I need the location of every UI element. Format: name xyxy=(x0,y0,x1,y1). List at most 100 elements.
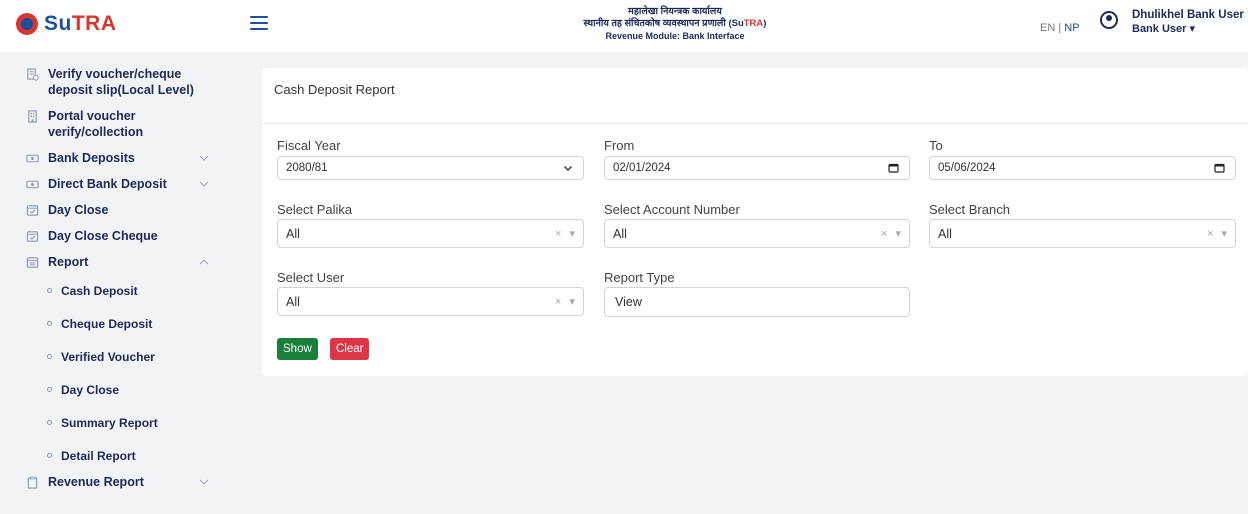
to-date-input[interactable]: 05/06/2024 xyxy=(929,156,1236,180)
sidebar-subitem-label: Day Close xyxy=(61,382,120,397)
clear-x-icon[interactable]: × xyxy=(555,296,561,308)
cash-icon xyxy=(26,180,39,189)
user-select[interactable]: All × ▾ xyxy=(277,287,584,316)
voucher-verify-icon xyxy=(27,68,39,81)
user-name: Dhulikhel Bank User xyxy=(1132,9,1244,21)
calendar-check-icon xyxy=(26,205,39,216)
sidebar-item-label: Portal voucher verify/collection xyxy=(48,109,144,139)
account-number-value: All xyxy=(613,226,627,241)
sidebar-subitem-label: Verified Voucher xyxy=(61,349,155,364)
fiscal-year-value: 2080/81 xyxy=(286,162,328,174)
sidebar-item-verify-voucher[interactable]: Verify voucher/cheque deposit slip(Local… xyxy=(0,66,236,98)
calendar-icon[interactable] xyxy=(1214,163,1225,173)
chevron-up-icon xyxy=(199,259,209,265)
lang-separator: | xyxy=(1058,22,1062,34)
branch-value: All xyxy=(938,226,952,241)
show-button[interactable]: Show xyxy=(277,338,318,360)
clear-x-icon[interactable]: × xyxy=(1207,228,1213,240)
from-date-label: From xyxy=(604,138,635,153)
user-value: All xyxy=(286,294,300,309)
user-circle-icon xyxy=(1100,11,1118,29)
chevron-down-icon xyxy=(199,155,209,161)
sidebar-item-bank-deposits[interactable]: Bank Deposits xyxy=(0,150,236,166)
branch-select[interactable]: All × ▾ xyxy=(929,219,1236,248)
fiscal-year-select[interactable]: 2080/81 xyxy=(277,156,584,180)
user-label: Select User xyxy=(277,270,345,285)
sidebar-item-report[interactable]: Report xyxy=(0,254,236,270)
user-role-dropdown[interactable]: Bank User ▾ xyxy=(1132,22,1244,36)
header-system-name: स्थानीय तह संचितकोष व्यवस्थापन प्रणाली (… xyxy=(583,18,767,29)
sidebar-item-label: Day Close Cheque xyxy=(48,229,158,243)
to-date-label: To xyxy=(929,138,943,153)
sidebar-item-portal-voucher[interactable]: Portal voucher verify/collection xyxy=(0,108,236,140)
palika-select[interactable]: All × ▾ xyxy=(277,219,584,248)
sidebar-item-label: Report xyxy=(48,255,89,269)
branch-label: Select Branch xyxy=(929,202,1010,217)
sidebar-item-revenue-report[interactable]: Revenue Report xyxy=(0,474,236,490)
circle-bullet-icon xyxy=(47,453,52,458)
chevron-down-icon xyxy=(199,181,209,187)
sidebar-item-label: Revenue Report xyxy=(48,475,144,489)
palika-label: Select Palika xyxy=(277,202,353,217)
card-title: Cash Deposit Report xyxy=(262,68,1248,124)
calendar-check-icon xyxy=(26,231,39,242)
from-date-value: 02/01/2024 xyxy=(613,162,671,174)
sidebar-item-label: Day Close xyxy=(48,203,109,217)
header-office-name: महालेखा नियन्त्रक कार्यालय xyxy=(628,6,722,17)
clear-button[interactable]: Clear xyxy=(330,338,370,360)
caret-down-icon[interactable]: ▾ xyxy=(569,227,575,240)
palika-value: All xyxy=(286,226,300,241)
sidebar-item-label: Bank Deposits xyxy=(48,151,135,165)
sidebar-item-direct-bank-deposit[interactable]: Direct Bank Deposit xyxy=(0,176,236,192)
circle-bullet-icon xyxy=(47,321,52,326)
logo-text: SuTRA xyxy=(44,12,117,36)
logo-su: Su xyxy=(44,12,72,35)
language-switch: EN | NP xyxy=(1040,22,1080,34)
sidebar-item-day-close[interactable]: Day Close xyxy=(0,202,236,218)
sidebar: Verify voucher/cheque deposit slip(Local… xyxy=(0,52,236,514)
account-number-label: Select Account Number xyxy=(604,202,740,217)
sidebar-subitem-label: Detail Report xyxy=(61,448,136,463)
circle-bullet-icon xyxy=(47,288,52,293)
sidebar-subitem-summary-report[interactable]: Summary Report xyxy=(0,406,236,439)
to-date-value: 05/06/2024 xyxy=(938,162,996,174)
top-header: SuTRA महालेखा नियन्त्रक कार्यालय स्थानीय… xyxy=(0,0,1248,52)
report-type-value: View xyxy=(615,295,642,309)
caret-down-icon[interactable]: ▾ xyxy=(895,227,901,240)
sidebar-item-day-close-cheque[interactable]: Day Close Cheque xyxy=(0,228,236,244)
sutra-logo-icon xyxy=(16,13,38,35)
chevron-down-icon xyxy=(199,479,209,485)
sidebar-subitem-cash-deposit[interactable]: Cash Deposit xyxy=(0,274,236,307)
sutra-logo[interactable]: SuTRA xyxy=(16,12,117,36)
sidebar-item-label: Verify voucher/cheque deposit slip(Local… xyxy=(48,67,194,97)
report-type-label: Report Type xyxy=(604,270,675,285)
from-date-input[interactable]: 02/01/2024 xyxy=(604,156,910,180)
caret-down-icon[interactable]: ▾ xyxy=(569,295,575,308)
account-number-select[interactable]: All × ▾ xyxy=(604,219,910,248)
lang-np-link[interactable]: NP xyxy=(1064,22,1079,34)
sidebar-subitem-label: Summary Report xyxy=(61,415,158,430)
circle-bullet-icon xyxy=(47,387,52,392)
clear-x-icon[interactable]: × xyxy=(881,228,887,240)
cash-icon xyxy=(26,154,39,163)
circle-bullet-icon xyxy=(47,354,52,359)
clipboard-icon xyxy=(27,476,38,489)
calendar-icon[interactable] xyxy=(888,163,899,173)
cash-deposit-report-card: Cash Deposit Report Fiscal Year 2080/81 … xyxy=(262,68,1248,376)
user-menu[interactable]: Dhulikhel Bank User Bank User ▾ xyxy=(1100,8,1244,36)
sidebar-subitem-detail-report[interactable]: Detail Report xyxy=(0,439,236,472)
caret-down-icon[interactable]: ▾ xyxy=(1221,227,1227,240)
sidebar-subitem-label: Cash Deposit xyxy=(61,283,138,298)
chevron-down-icon xyxy=(564,166,572,171)
sidebar-subitem-day-close[interactable]: Day Close xyxy=(0,373,236,406)
sidebar-subitem-verified-voucher[interactable]: Verified Voucher xyxy=(0,340,236,373)
sidebar-subitem-cheque-deposit[interactable]: Cheque Deposit xyxy=(0,307,236,340)
lang-en-link[interactable]: EN xyxy=(1040,22,1055,34)
logo-tra: TRA xyxy=(71,12,117,35)
header-module-name: Revenue Module: Bank Interface xyxy=(605,31,745,41)
clear-x-icon[interactable]: × xyxy=(555,228,561,240)
circle-bullet-icon xyxy=(47,420,52,425)
report-type-select[interactable]: View xyxy=(604,287,910,317)
hamburger-menu-icon[interactable] xyxy=(250,16,268,30)
sidebar-subitem-label: Cheque Deposit xyxy=(61,316,153,331)
